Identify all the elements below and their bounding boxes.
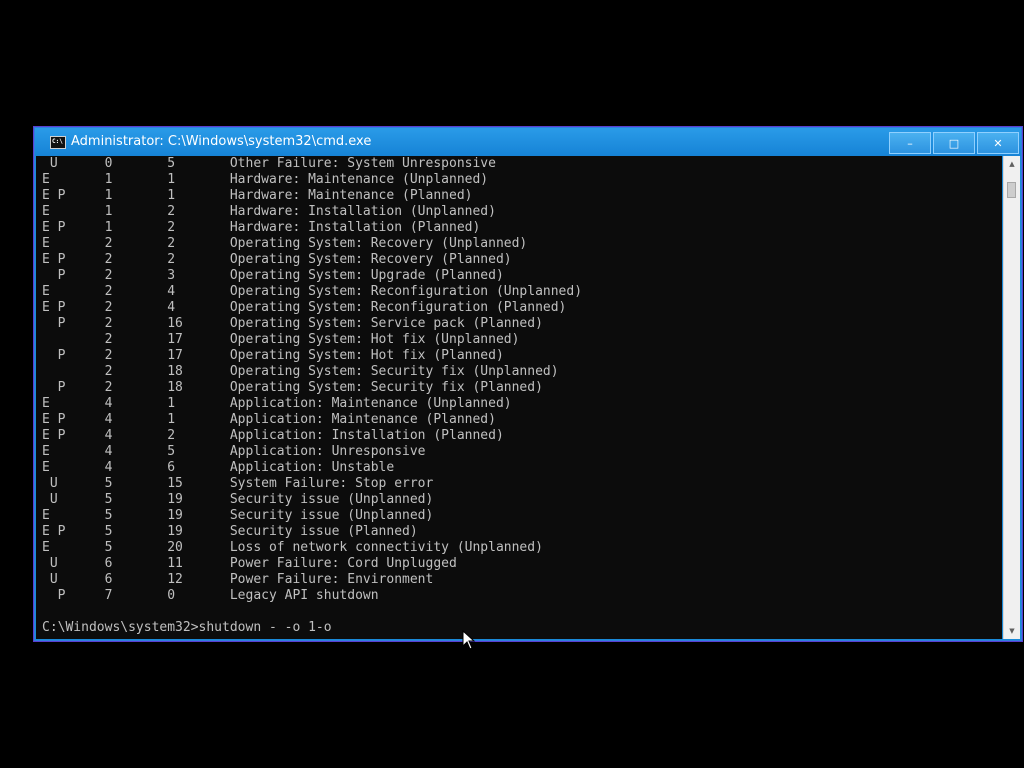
console-line: 2 17 Operating System: Hot fix (Unplanne… (42, 332, 520, 347)
cmd-app-icon-text: C:\ (52, 138, 63, 145)
console-line: 2 18 Operating System: Security fix (Unp… (42, 364, 559, 379)
console-line: U 0 5 Other Failure: System Unresponsive (42, 156, 496, 171)
console-line: E P 4 2 Application: Installation (Plann… (42, 428, 504, 443)
minimize-button[interactable]: – (889, 132, 931, 154)
close-icon: ✕ (993, 136, 1003, 150)
console-line: P 2 17 Operating System: Hot fix (Planne… (42, 348, 504, 363)
command-prompt-line: C:\Windows\system32>shutdown - -o 1-o (42, 620, 332, 635)
console-line: U 5 19 Security issue (Unplanned) (42, 492, 434, 507)
console-line: P 7 0 Legacy API shutdown (42, 588, 379, 603)
console-line: E 1 2 Hardware: Installation (Unplanned) (42, 204, 496, 219)
console-output[interactable]: U 0 5 Other Failure: System Unresponsive… (36, 156, 1002, 639)
console-line: E P 1 2 Hardware: Installation (Planned) (42, 220, 481, 235)
title-bar[interactable]: C:\ Administrator: C:\Windows\system32\c… (35, 128, 1021, 156)
console-line: E 5 20 Loss of network connectivity (Unp… (42, 540, 543, 555)
window-title: Administrator: C:\Windows\system32\cmd.e… (71, 134, 372, 149)
console-line: E 2 4 Operating System: Reconfiguration … (42, 284, 583, 299)
console-line: E 4 5 Application: Unresponsive (42, 444, 426, 459)
console-line: E 2 2 Operating System: Recovery (Unplan… (42, 236, 528, 251)
console-line: E 1 1 Hardware: Maintenance (Unplanned) (42, 172, 489, 187)
maximize-icon: □ (948, 136, 960, 150)
arrow-up-icon[interactable]: ▲ (1004, 156, 1020, 172)
console-lines: U 0 5 Other Failure: System Unresponsive… (42, 156, 582, 636)
window-controls: – □ ✕ (887, 132, 1019, 154)
console-line: E P 4 1 Application: Maintenance (Planne… (42, 412, 496, 427)
console-line: U 5 15 System Failure: Stop error (42, 476, 434, 491)
maximize-button[interactable]: □ (933, 132, 975, 154)
console-line: P 2 16 Operating System: Service pack (P… (42, 316, 543, 331)
vertical-scrollbar[interactable]: ▲ ▼ (1003, 156, 1020, 639)
console-line: E P 2 4 Operating System: Reconfiguratio… (42, 300, 567, 315)
console-line: P 2 18 Operating System: Security fix (P… (42, 380, 543, 395)
scrollbar-thumb[interactable] (1007, 182, 1016, 198)
console-line: E 4 6 Application: Unstable (42, 460, 395, 475)
console-line: E P 5 19 Security issue (Planned) (42, 524, 418, 539)
console-line: E 5 19 Security issue (Unplanned) (42, 508, 434, 523)
console-line: E P 2 2 Operating System: Recovery (Plan… (42, 252, 512, 267)
console-line: E P 1 1 Hardware: Maintenance (Planned) (42, 188, 473, 203)
console-line: E 4 1 Application: Maintenance (Unplanne… (42, 396, 512, 411)
cmd-window[interactable]: C:\ Administrator: C:\Windows\system32\c… (33, 126, 1023, 642)
console-line: U 6 12 Power Failure: Environment (42, 572, 434, 587)
cmd-app-icon[interactable]: C:\ (50, 136, 66, 149)
close-button[interactable]: ✕ (977, 132, 1019, 154)
mouse-pointer-icon (462, 630, 476, 650)
arrow-down-icon[interactable]: ▼ (1004, 623, 1020, 639)
console-line: U 6 11 Power Failure: Cord Unplugged (42, 556, 457, 571)
minimize-icon: – (907, 136, 913, 150)
console-line: P 2 3 Operating System: Upgrade (Planned… (42, 268, 504, 283)
